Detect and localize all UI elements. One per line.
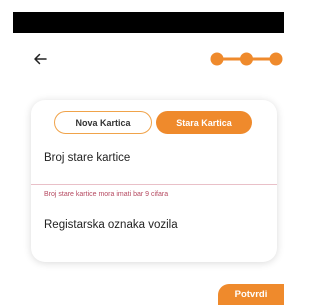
- card-number-field[interactable]: Broj stare kartice: [44, 152, 130, 164]
- confirm-button[interactable]: Potvrdi: [218, 284, 284, 305]
- new-card-toggle[interactable]: Nova Kartica: [54, 111, 152, 134]
- card-number-underline: [31, 184, 277, 185]
- form-card: Nova Kartica Stara Kartica Broj stare ka…: [31, 100, 277, 262]
- back-button[interactable]: [30, 50, 50, 68]
- status-bar: [13, 12, 284, 33]
- step-dot: [210, 52, 224, 66]
- old-card-toggle[interactable]: Stara Kartica: [156, 111, 252, 134]
- step-indicator: [210, 52, 283, 66]
- card-number-error: Broj stare kartice mora imati bar 9 cifa…: [44, 191, 169, 198]
- step-dot: [240, 52, 253, 66]
- arrow-left-icon: [34, 53, 47, 65]
- plate-number-field[interactable]: Registarska oznaka vozila: [44, 219, 178, 231]
- step-dot: [269, 52, 283, 66]
